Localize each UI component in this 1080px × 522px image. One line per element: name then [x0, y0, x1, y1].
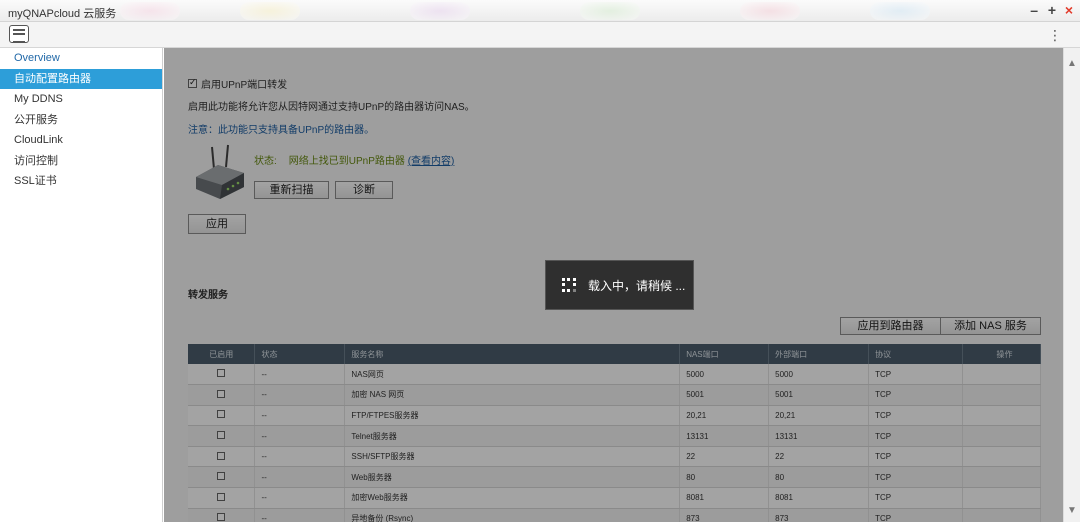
toolbar: ⋮: [0, 22, 1080, 48]
app-menu-icon[interactable]: [9, 25, 29, 43]
sidebar-item-access-control[interactable]: 访问控制: [0, 151, 162, 172]
close-button[interactable]: ×: [1065, 3, 1073, 17]
kebab-menu-icon[interactable]: ⋮: [1048, 26, 1062, 44]
sidebar: Overview 自动配置路由器 My DDNS 公开服务 CloudLink …: [0, 48, 163, 522]
scroll-up-icon[interactable]: ▲: [1067, 58, 1077, 69]
sidebar-item-overview[interactable]: Overview: [0, 48, 162, 69]
loading-spinner-icon: [562, 278, 576, 292]
sidebar-item-public-services[interactable]: 公开服务: [0, 110, 162, 131]
loading-dialog: 载入中，请稍候 ...: [545, 260, 694, 310]
vertical-scrollbar[interactable]: ▲ ▼: [1063, 48, 1080, 522]
maximize-button[interactable]: +: [1048, 3, 1056, 17]
title-bar: myQNAPcloud 云服务 – + ×: [0, 0, 1080, 22]
scroll-down-icon[interactable]: ▼: [1067, 505, 1077, 516]
title-bar-decoration: [110, 2, 930, 20]
sidebar-item-ssl-certificate[interactable]: SSL证书: [0, 171, 162, 192]
sidebar-item-auto-router[interactable]: 自动配置路由器: [0, 68, 162, 89]
minimize-button[interactable]: –: [1030, 3, 1038, 17]
loading-text: 载入中，请稍候 ...: [588, 278, 686, 293]
sidebar-item-my-ddns[interactable]: My DDNS: [0, 89, 162, 110]
window-title: myQNAPcloud 云服务: [8, 8, 117, 20]
sidebar-item-cloudlink[interactable]: CloudLink: [0, 130, 162, 151]
